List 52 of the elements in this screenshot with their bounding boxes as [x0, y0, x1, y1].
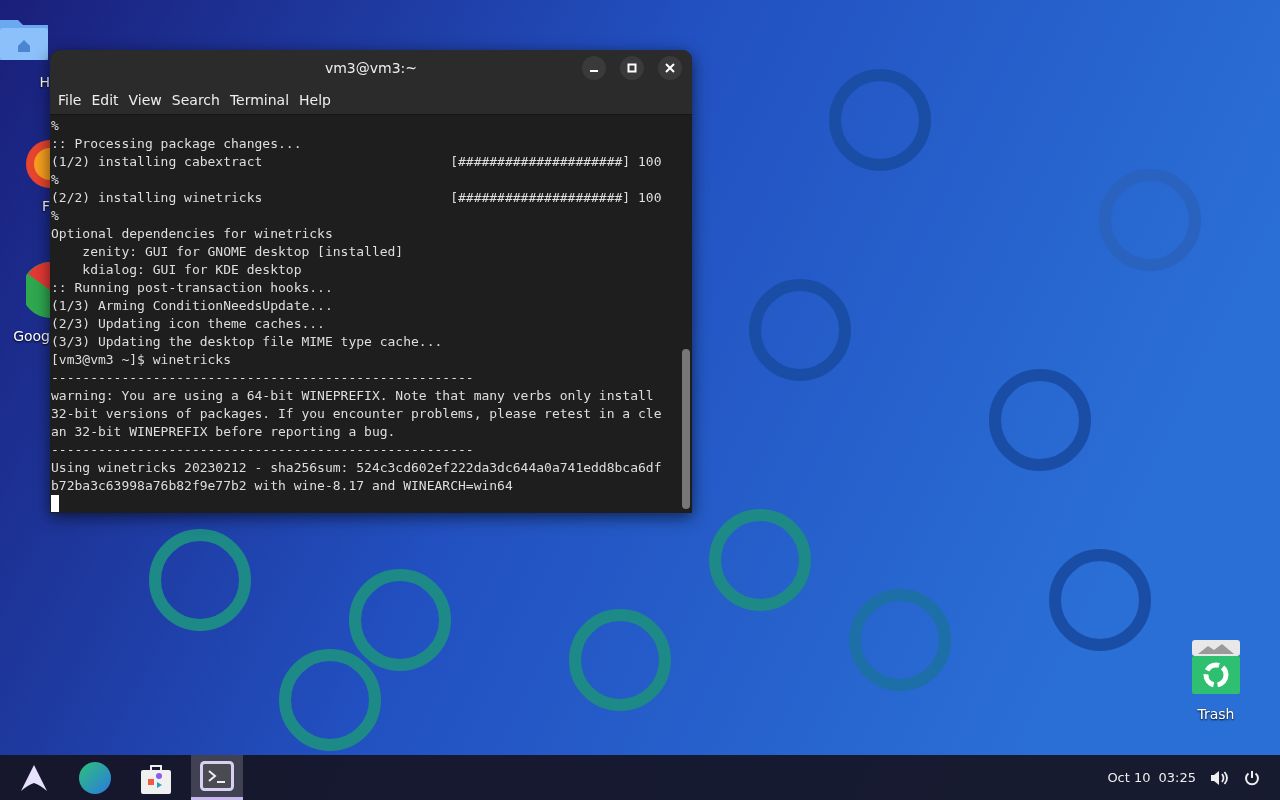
terminal-line: Using winetricks 20230212 - sha256sum: 524c3cd602ef222da3dc644a0a741edd8bca6df: [51, 459, 663, 477]
arch-logo-icon: [20, 763, 48, 792]
window-control-button[interactable]: [658, 56, 682, 80]
scrollbar-thumb[interactable]: [682, 349, 690, 509]
icon-label: H: [39, 73, 50, 92]
clock-date: Oct 10: [1107, 768, 1151, 787]
terminal-line: ------------------------------------------------------: [51, 369, 475, 387]
close-icon: [665, 63, 675, 73]
window-title: vm3@vm3:~: [324, 58, 418, 78]
power-button[interactable]: [1244, 769, 1260, 786]
terminal-line: (1/2) installing cabextract [#####################] 100: [51, 153, 663, 171]
menu-item[interactable]: File: [53, 89, 87, 111]
menu-item[interactable]: Help: [294, 89, 336, 111]
menu-item[interactable]: Edit: [86, 89, 124, 111]
terminal-line: zenity: GUI for GNOME desktop [installed]: [81, 243, 405, 261]
terminal-line: 32-bit versions of packages. If you encounter problems, please retest in a cle: [51, 405, 663, 423]
text-cursor: [51, 495, 59, 512]
terminal-line: b72ba3c63998a76b82f9e77b2 with wine-8.17 and WINEARCH=win64: [51, 477, 514, 495]
terminal-line: :: Running post-transaction hooks...: [51, 279, 334, 297]
terminal-line: %: [51, 171, 60, 189]
speaker-icon: [1210, 769, 1228, 786]
icon-label: Trash: [1197, 705, 1235, 724]
window-control-button[interactable]: [620, 56, 644, 80]
menu-item[interactable]: View: [123, 89, 167, 111]
taskbar-app[interactable]: [191, 755, 243, 800]
menu-item[interactable]: Search: [166, 89, 225, 111]
chrome-icon[interactable]: [26, 262, 50, 318]
terminal-line: Optional dependencies for winetricks: [51, 225, 334, 243]
terminal-line: :: Processing package changes...: [51, 135, 303, 153]
power-icon: [1244, 769, 1260, 786]
terminal-line: %: [51, 207, 60, 225]
trash-icon[interactable]: [1192, 640, 1240, 694]
terminal-line: [vm3@vm3 ~]$ winetricks: [51, 351, 232, 369]
window-control-button[interactable]: [582, 56, 606, 80]
terminal-line: an 32-bit WINEPREFIX before reporting a bug.: [51, 423, 397, 441]
terminal-line: (1/3) Arming ConditionNeedsUpdate...: [51, 297, 334, 315]
terminal-line: (2/2) installing winetricks [#####################] 100: [51, 189, 663, 207]
icon-label: F: [41, 197, 50, 216]
clock-time: 03:25: [1158, 768, 1196, 787]
terminal-line: ------------------------------------------------------: [51, 441, 475, 459]
terminal-line: (2/3) Updating icon theme caches...: [51, 315, 326, 333]
maximize-icon: [627, 63, 637, 73]
globe-icon: [79, 761, 111, 794]
terminal-icon: [200, 761, 234, 791]
menu-item[interactable]: Terminal: [224, 89, 295, 111]
volume-button[interactable]: [1210, 769, 1228, 786]
terminal-line: warning: You are using a 64-bit WINEPREFIX. Note that many verbs only install: [51, 387, 655, 405]
terminal-line: %: [51, 117, 60, 135]
minimize-icon: [590, 70, 598, 72]
terminal-line: kdialog: GUI for KDE desktop: [81, 261, 303, 279]
terminal-line: (3/3) Updating the desktop file MIME type cache...: [51, 333, 444, 351]
icon-label: Goog: [13, 327, 50, 346]
